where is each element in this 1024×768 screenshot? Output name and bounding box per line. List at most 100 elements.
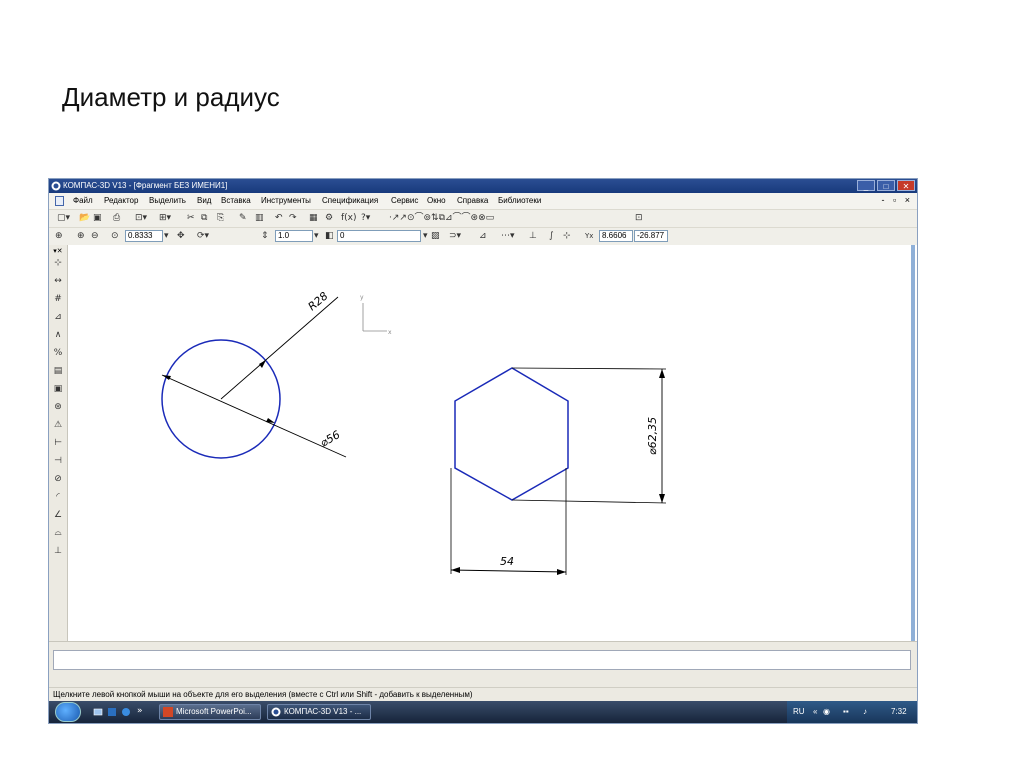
clock[interactable]: 7:32 [891, 707, 907, 716]
language-indicator[interactable]: RU [793, 707, 805, 716]
diameter-dimension[interactable]: ⌀56 [161, 374, 347, 458]
magnet-icon[interactable]: ⊃▾ [449, 231, 461, 242]
mdi-controls[interactable]: - ▫ × [882, 195, 913, 205]
menu-window[interactable]: Окно [427, 196, 446, 205]
menu-help[interactable]: Справка [457, 196, 488, 205]
tray-volume-icon[interactable]: ♪ [863, 707, 867, 716]
pan-icon[interactable]: ✥ [177, 231, 185, 242]
notation-tool-icon[interactable]: ⊿ [52, 311, 64, 323]
coord-x-field[interactable]: 8.6606 [599, 230, 633, 242]
zoom-out-icon[interactable]: ⊖ [91, 231, 99, 242]
help-pointer-icon[interactable]: ?▾ [361, 213, 370, 224]
height-dim-icon[interactable]: ⊥ [52, 545, 64, 557]
parametrize-tool-icon[interactable]: % [52, 347, 64, 359]
hexagon-geometry[interactable] [454, 367, 569, 501]
paste-icon[interactable]: ⎘ [217, 213, 224, 224]
minimize-button[interactable]: _ [857, 180, 875, 191]
ie-icon[interactable] [121, 707, 131, 717]
document-icon[interactable] [55, 196, 64, 206]
coord-y-field[interactable]: -26.877 [634, 230, 668, 242]
angle-icon[interactable]: ⊿ [479, 231, 487, 242]
diameter-dim-icon[interactable]: ⊘ [52, 473, 64, 485]
select-tool-icon[interactable]: ▣ [52, 383, 64, 395]
save-icon[interactable]: ▣ [93, 213, 102, 224]
scale-field[interactable]: 0.8333 [125, 230, 163, 242]
taskbar-kompas-button[interactable]: КОМПАС-3D V13 - ... [267, 704, 371, 720]
menu-view[interactable]: Вид [197, 196, 211, 205]
menu-tools[interactable]: Инструменты [261, 196, 311, 205]
step-icon[interactable]: ⇕ [261, 231, 269, 242]
angle-dim-icon[interactable]: ∠ [52, 509, 64, 521]
panel-header-controls[interactable]: ▾✕ [50, 247, 66, 255]
window-titlebar[interactable]: КОМПАС-3D V13 - [Фрагмент БЕЗ ИМЕНИ1] _ … [49, 179, 917, 193]
zoom-scale-icon[interactable]: ⊙ [111, 231, 119, 242]
menu-service[interactable]: Сервис [391, 196, 418, 205]
variables-icon[interactable]: ⚙ [325, 213, 333, 224]
menu-select[interactable]: Выделить [149, 196, 186, 205]
aligned-dim-icon[interactable]: ⊣ [52, 455, 64, 467]
drawing-canvas[interactable]: y x ⌀56 R28 ⌀62,35 54 [68, 245, 908, 641]
manager-icon[interactable]: ▦ [309, 213, 318, 224]
menu-insert[interactable]: Вставка [221, 196, 251, 205]
scale-dropdown-icon[interactable]: ▾ [164, 231, 169, 242]
undo-icon[interactable]: ↶ [275, 213, 283, 224]
format-brush-icon[interactable]: ✎ [239, 213, 247, 224]
tray-network-icon[interactable]: ▪▪ [843, 707, 849, 716]
dimension-tool-icon[interactable]: ↔ [52, 275, 64, 287]
outlook-icon[interactable] [107, 707, 117, 717]
open-file-icon[interactable]: 📂 [79, 213, 90, 224]
copy-icon[interactable]: ⧉ [201, 213, 207, 224]
zoom-window-icon[interactable]: ⊕ [55, 231, 63, 242]
arc-dim-icon[interactable]: ⌓ [52, 527, 64, 539]
menu-editor[interactable]: Редактор [104, 196, 138, 205]
layer-field[interactable]: 0 [337, 230, 421, 242]
zoom-in-icon[interactable]: ⊕ [77, 231, 85, 242]
radius-dim-icon[interactable]: ◜ [52, 491, 64, 503]
cursor-snap-icon[interactable]: ⊹ [563, 231, 571, 242]
tray-expand-icon[interactable]: « [813, 707, 817, 716]
close-button[interactable]: ✕ [897, 180, 915, 191]
menu-libraries[interactable]: Библиотеки [498, 196, 541, 205]
new-file-icon[interactable]: ▢▾ [57, 213, 70, 224]
radius-dimension[interactable]: R28 [220, 289, 339, 400]
quicklaunch-more-icon[interactable]: » [137, 706, 143, 717]
layer-icon[interactable]: ◧ [325, 231, 334, 242]
drawing-tools-icons[interactable]: ⋅↗↗⊙⌒⊚⇅⧉⊿⌒⌒⊛⊗▭ [389, 213, 494, 224]
system-tray: RU « ◉ ▪▪ ♪ 7:32 [787, 701, 917, 723]
step-field[interactable]: 1.0 [275, 230, 313, 242]
geometry-tool-icon[interactable]: ⊹ [52, 257, 64, 269]
measure-icon[interactable]: ⊡ [635, 213, 643, 224]
menu-specification[interactable]: Спецификация [322, 196, 378, 205]
drawing-svg[interactable]: y x ⌀56 R28 ⌀62,35 54 [68, 245, 908, 641]
spec-tool-icon[interactable]: ⊛ [52, 401, 64, 413]
grid-icon[interactable]: ⋯▾ [501, 231, 515, 242]
redo-icon[interactable]: ↷ [289, 213, 297, 224]
preview-icon[interactable]: ⊡▾ [135, 213, 147, 224]
function-icon[interactable]: f(x) [341, 213, 357, 224]
start-button[interactable] [55, 702, 81, 722]
vertical-scrollbar[interactable] [911, 245, 915, 641]
linear-dim-icon[interactable]: ⊢ [52, 437, 64, 449]
print-icon[interactable]: ⎙ [113, 213, 120, 224]
maximize-button[interactable]: □ [877, 180, 895, 191]
local-cs-icon[interactable]: ∫ [549, 231, 554, 242]
hex-width-dimension[interactable]: 54 [450, 468, 567, 575]
cut-icon[interactable]: ✂ [187, 213, 195, 224]
show-desktop-icon[interactable] [93, 707, 103, 717]
properties-icon[interactable]: ⊞▾ [159, 213, 171, 224]
command-line-field[interactable] [53, 650, 911, 670]
tray-app-icon[interactable]: ◉ [823, 707, 830, 716]
ortho-icon[interactable]: ⊥ [529, 231, 537, 242]
menu-file[interactable]: Файл [73, 196, 93, 205]
hex-height-dimension[interactable]: ⌀62,35 [511, 367, 667, 504]
edit-tool-icon[interactable]: ∧ [52, 329, 64, 341]
grid-tool-icon[interactable]: # [52, 293, 64, 305]
step-dropdown-icon[interactable]: ▾ [314, 231, 319, 242]
state-icon[interactable]: ▨ [431, 231, 440, 242]
refresh-icon[interactable]: ⟳▾ [197, 231, 209, 242]
tolerance-tool-icon[interactable]: ⚠ [52, 419, 64, 431]
measure-tool-icon[interactable]: ▤ [52, 365, 64, 377]
layer-dropdown-icon[interactable]: ▾ [423, 231, 428, 242]
taskbar-powerpoint-button[interactable]: Microsoft PowerPoi... [159, 704, 261, 720]
library-manager-icon[interactable]: ▥ [255, 213, 264, 224]
